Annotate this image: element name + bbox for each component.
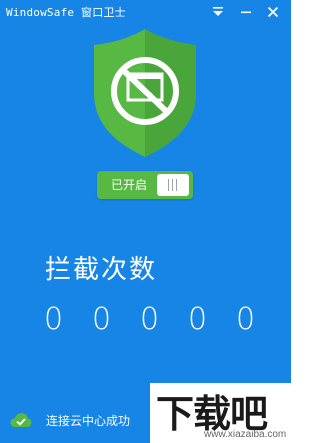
menu-icon — [213, 7, 223, 16]
cloud-check-icon — [10, 413, 32, 427]
app-window: WindowSafe 窗口卫士 已开启 拦截次数 0 0 0 0 0 连接云中心… — [0, 0, 291, 443]
counter-digit: 0 — [44, 302, 64, 337]
counter-digit: 0 — [92, 302, 112, 337]
counter-digit: 0 — [188, 302, 208, 337]
window-title: WindowSafe 窗口卫士 — [6, 6, 126, 19]
title-bar: WindowSafe 窗口卫士 — [0, 0, 291, 24]
close-icon — [267, 6, 279, 18]
menu-button[interactable] — [209, 3, 227, 21]
protection-toggle[interactable]: 已开启 — [97, 171, 193, 199]
close-button[interactable] — [264, 3, 282, 21]
toggle-knob — [157, 174, 189, 196]
minimize-button[interactable] — [237, 3, 255, 21]
toggle-label: 已开启 — [110, 178, 147, 192]
intercept-counter: 0 0 0 0 0 — [44, 302, 274, 342]
status-text: 连接云中心成功 — [46, 413, 131, 428]
shield-logo-icon — [94, 29, 196, 157]
counter-digit: 0 — [140, 302, 160, 337]
minimize-icon — [241, 11, 251, 14]
watermark-logo: 下载吧 www.xiazaiba.com — [150, 383, 291, 443]
counter-digit: 0 — [236, 302, 256, 337]
intercept-count-heading: 拦截次数 — [45, 254, 158, 284]
watermark-url: www.xiazaiba.com — [204, 429, 287, 440]
cloud-status: 连接云中心成功 — [10, 410, 130, 430]
